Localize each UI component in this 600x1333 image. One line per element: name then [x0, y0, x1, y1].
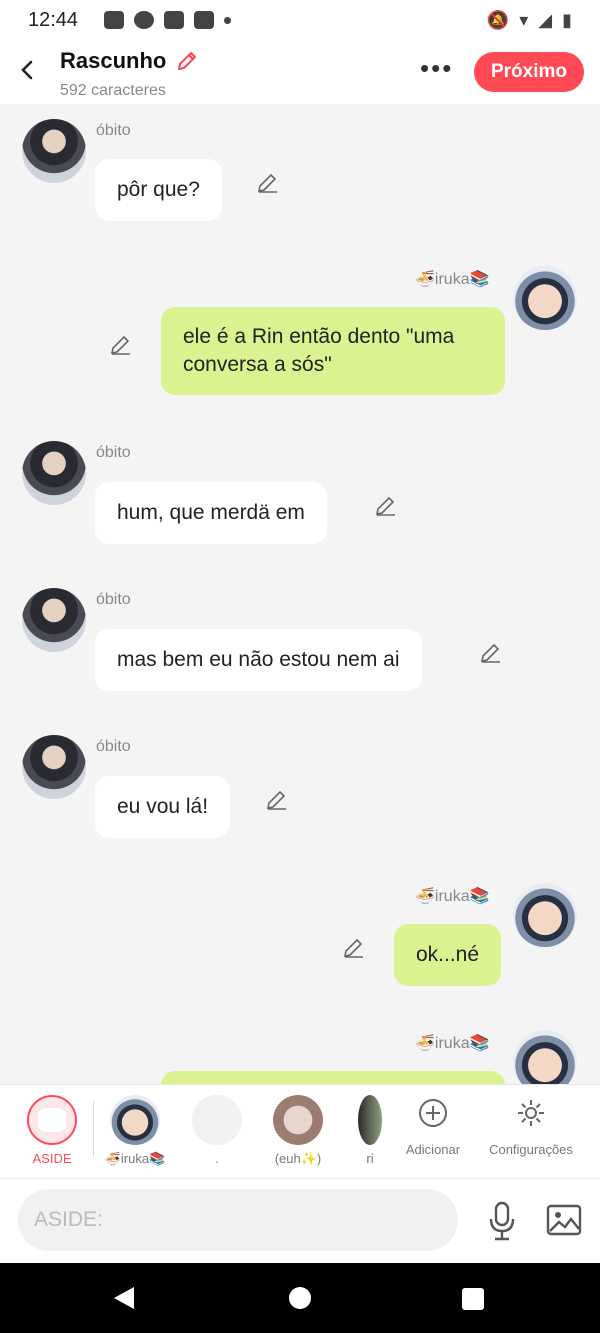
character-blank[interactable]: .	[177, 1095, 257, 1166]
character-selector: ASIDE 🍜iruka📚 . (euh✨) ri Adicionar Conf…	[0, 1084, 600, 1178]
avatar	[273, 1095, 323, 1145]
add-label: Adicionar	[405, 1142, 461, 1157]
edit-message-icon[interactable]	[374, 493, 398, 517]
title-block: Rascunho 592 caracteres	[60, 48, 199, 100]
character-count: 592 caracteres	[60, 82, 166, 100]
nav-recents-icon[interactable]	[462, 1288, 484, 1310]
notification-icons	[104, 11, 232, 29]
character-label: (euh✨)	[274, 1151, 322, 1166]
character-ri[interactable]: ri	[358, 1095, 382, 1166]
character-iruka[interactable]: 🍜iruka📚	[95, 1095, 175, 1167]
shield-icon	[194, 11, 215, 29]
back-arrow-icon	[21, 60, 33, 80]
input-bar	[0, 1178, 600, 1263]
avatar[interactable]	[22, 588, 86, 652]
character-euh[interactable]: (euh✨)	[258, 1095, 338, 1167]
avatar[interactable]	[513, 266, 577, 330]
edit-message-icon[interactable]	[256, 170, 280, 194]
back-button[interactable]	[14, 56, 42, 84]
edit-message-icon[interactable]	[109, 332, 133, 356]
sender-name: óbito	[96, 444, 131, 461]
settings-button[interactable]: Configurações	[486, 1097, 576, 1157]
sender-name: óbito	[96, 738, 131, 755]
character-label: ASIDE	[32, 1151, 72, 1166]
more-notifications-icon	[224, 16, 232, 24]
edit-title-icon[interactable]	[175, 49, 199, 78]
add-character-button[interactable]: Adicionar	[404, 1097, 462, 1157]
message-bubble[interactable]: pôr que?	[95, 159, 222, 221]
avatar[interactable]	[22, 735, 86, 799]
avatar[interactable]	[513, 1030, 577, 1084]
message-bubble[interactable]: hum, que merdä em	[95, 482, 327, 544]
sender-name: 🍜iruka📚	[415, 271, 490, 288]
more-options-button[interactable]: •••	[420, 55, 453, 81]
signal-icon: ◢	[538, 9, 553, 30]
message-bubble[interactable]: ele é a Rin então dento "uma conversa a …	[161, 307, 505, 395]
next-button[interactable]: Próximo	[474, 52, 584, 92]
divider	[93, 1101, 94, 1157]
avatar[interactable]	[22, 119, 86, 183]
page-title: Rascunho	[60, 48, 167, 73]
avatar	[192, 1095, 242, 1145]
edit-message-icon[interactable]	[479, 640, 503, 664]
settings-label: Configurações	[489, 1142, 573, 1157]
character-label: .	[215, 1151, 219, 1166]
character-aside[interactable]: ASIDE	[12, 1095, 92, 1166]
nav-home-icon[interactable]	[289, 1287, 311, 1309]
whatsapp-icon	[134, 11, 155, 29]
plus-circle-icon	[419, 1099, 447, 1127]
system-icons: 🔕 ▾ ◢ ▮	[487, 10, 572, 31]
status-bar: 12:44 🔕 ▾ ◢ ▮	[0, 0, 600, 40]
system-nav-bar	[0, 1263, 600, 1333]
message-input[interactable]	[18, 1189, 458, 1251]
battery-icon: ▮	[562, 9, 572, 30]
avatar[interactable]	[513, 883, 577, 947]
image-icon[interactable]	[546, 1203, 582, 1237]
chat-area[interactable]: óbito pôr que? 🍜iruka📚 ele é a Rin então…	[0, 104, 600, 1084]
mute-icon: 🔕	[486, 9, 510, 30]
aside-icon	[27, 1095, 77, 1145]
sender-name: 🍜iruka📚	[415, 888, 490, 905]
sender-name: 🍜iruka📚	[415, 1035, 490, 1052]
shield-icon	[164, 11, 185, 29]
message-bubble[interactable]: ok...né	[394, 924, 502, 986]
sender-name: óbito	[96, 591, 131, 608]
wifi-icon: ▾	[519, 9, 529, 30]
edit-message-icon[interactable]	[342, 935, 366, 959]
edit-message-icon[interactable]	[265, 787, 289, 811]
nav-back-icon[interactable]	[114, 1287, 134, 1309]
sender-name: óbito	[96, 122, 131, 139]
gear-icon	[518, 1100, 544, 1126]
message-bubble[interactable]: mas bem eu não estou nem ai	[95, 629, 422, 691]
avatar	[358, 1095, 382, 1145]
message-bubble[interactable]: eu vou lá!	[95, 776, 231, 838]
message-bubble[interactable]	[161, 1071, 505, 1084]
status-time: 12:44	[28, 8, 79, 31]
message-notification-icon	[104, 11, 125, 29]
avatar[interactable]	[22, 441, 86, 505]
header: Rascunho 592 caracteres ••• Próximo	[0, 40, 600, 104]
character-label: 🍜iruka📚	[104, 1151, 166, 1166]
character-label: ri	[366, 1151, 374, 1166]
avatar	[110, 1095, 160, 1145]
microphone-icon[interactable]	[486, 1201, 518, 1241]
